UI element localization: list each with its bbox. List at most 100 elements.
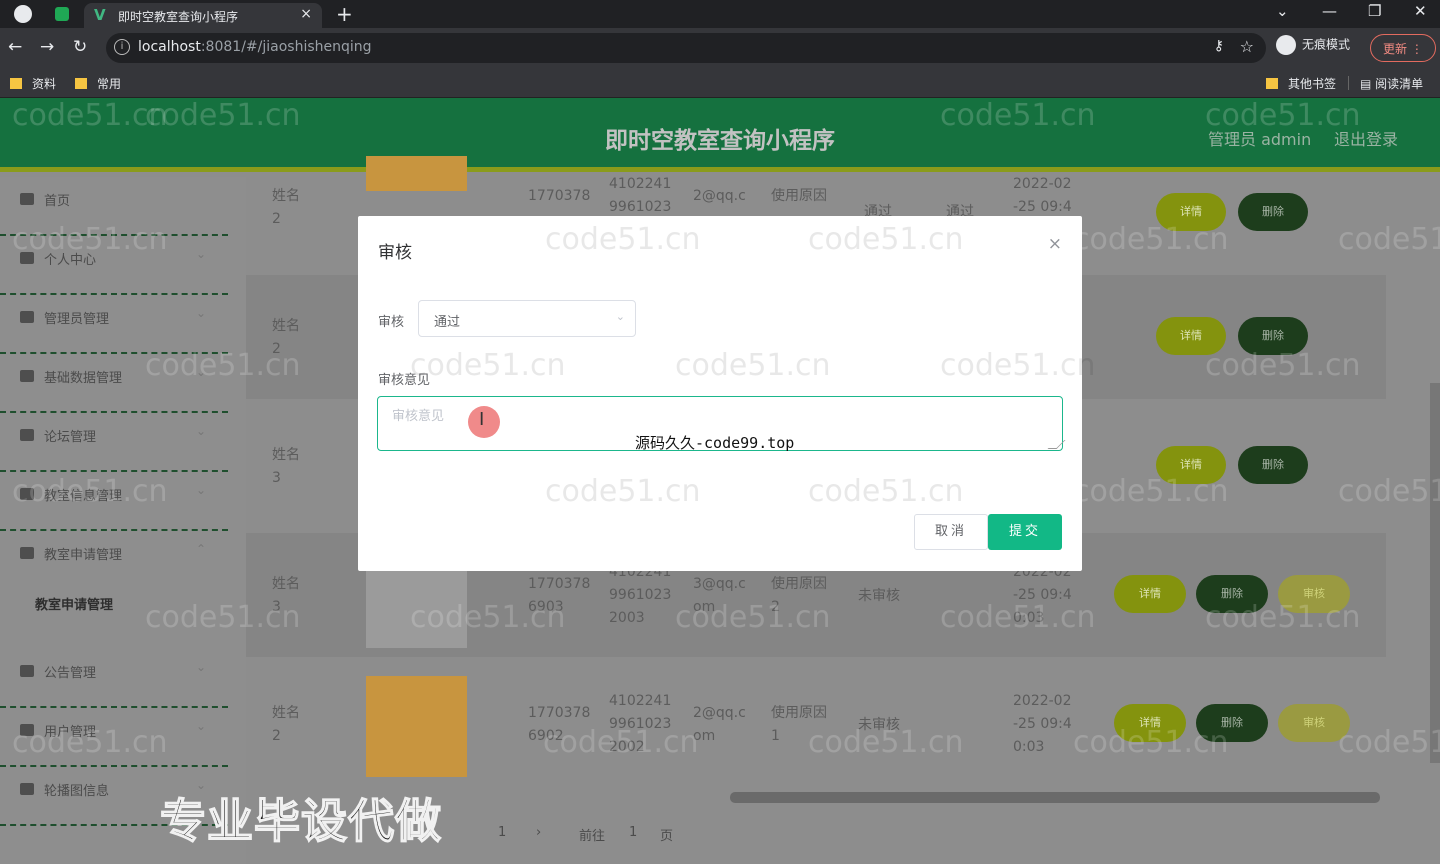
bookmark-folder[interactable]: 资料 [10,75,56,92]
new-tab-button[interactable]: + [336,2,353,26]
restore-icon[interactable]: ❐ [1368,2,1381,20]
sidebar-item-base-data[interactable]: 基础数据管理 ⌄ [0,354,228,413]
sidebar-item-label: 管理员管理 [44,312,110,327]
reading-list[interactable]: ▤ 阅读清单 [1360,75,1423,92]
user-icon [20,252,34,264]
users-icon [20,724,34,736]
reason-cell: 使用原因 2 [771,576,827,615]
forward-icon[interactable]: → [40,37,54,57]
pager-current[interactable]: 1 [498,825,506,840]
chevron-down-icon: ⌄ [196,483,207,497]
sidebar-item-applications[interactable]: 教室申请管理 ⌃ [0,531,228,590]
address-bar: ← → ↻ i localhost:8081/#/jiaoshishenqing… [0,28,1440,68]
incognito-icon [1276,35,1296,55]
detail-button[interactable]: 详情 [1156,193,1226,231]
sidebar-item-users[interactable]: 用户管理 ⌄ [0,708,228,767]
incognito-indicator[interactable]: 无痕模式 [1276,35,1350,61]
audit-button[interactable]: 审核 [1278,704,1350,742]
folder-icon [75,78,87,89]
vertical-scrollbar[interactable] [1430,383,1440,763]
delete-button[interactable]: 删除 [1196,704,1268,742]
window-close-icon[interactable]: ✕ [1414,2,1427,20]
reload-icon[interactable]: ↻ [73,37,87,57]
application-icon [20,547,34,559]
sidebar-subitem-applications[interactable]: 教室申请管理 [35,594,113,613]
detail-button[interactable]: 详情 [1114,704,1186,742]
sidebar: 首页 个人中心 ⌄ 管理员管理 ⌄ 基础数据管理 ⌄ 论坛管理 ⌄ 教室信息管理 ⌄ 教室… [0,177,246,864]
opinion-label: 审核意见 [378,373,431,388]
audit-select[interactable]: 通过 ⌄ [418,300,636,337]
submit-button[interactable]: 提交 [988,514,1062,550]
sidebar-item-notices[interactable]: 公告管理 ⌄ [0,649,228,708]
pinned-tab[interactable] [48,3,76,25]
chevron-down-icon: ⌄ [615,310,625,323]
chevron-down-icon: ⌄ [196,306,207,320]
goto-label: 前往 [579,829,606,844]
time-cell: 2022-02 -25 09:4 0:03 [1013,693,1072,755]
logout-button[interactable]: 退出登录 [1334,126,1398,150]
update-button[interactable]: 更新 ⋮ [1370,34,1436,62]
sidebar-item-classrooms[interactable]: 教室信息管理 ⌄ [0,472,228,531]
status-cell: 未审核 [858,717,900,733]
detail-button[interactable]: 详情 [1114,575,1186,613]
phone-cell: 1770378 [528,188,591,204]
sidebar-item-label: 教室申请管理 [44,548,123,563]
next-page-icon[interactable]: › [536,825,541,840]
chevron-down-icon: ⌄ [196,660,207,674]
sidebar-item-label: 公告管理 [44,666,97,681]
delete-button[interactable]: 删除 [1238,193,1308,231]
incognito-label: 无痕模式 [1302,37,1351,52]
data-icon [20,370,34,382]
bookmark-folder[interactable]: 常用 [75,75,121,92]
tab-close-icon[interactable]: × [300,6,312,22]
sidebar-item-label: 论坛管理 [44,430,97,445]
detail-button[interactable]: 详情 [1156,317,1226,355]
classroom-icon [20,488,34,500]
active-tab[interactable]: V 即时空教室查询小程序 × [84,3,322,28]
star-icon[interactable]: ☆ [1240,37,1254,56]
sidebar-item-label: 教室信息管理 [44,489,123,504]
close-icon[interactable]: × [1048,234,1062,254]
email-cell: 2@qq.c [693,188,746,204]
tab-search-icon[interactable]: ⌄ [1276,2,1289,20]
name-cell: 姓名 2 [272,188,300,227]
watermark: code51.cn [808,222,964,257]
delete-button[interactable]: 删除 [1196,575,1268,613]
name-cell: 姓名 2 [272,705,300,744]
audit-button[interactable]: 审核 [1278,575,1350,613]
update-label: 更新 [1383,42,1408,56]
key-icon[interactable]: ⚷ [1214,38,1224,54]
idcard-cell: 4102241 9961023 2003 [609,564,672,626]
horizontal-scrollbar[interactable] [730,792,1380,803]
back-icon[interactable]: ← [8,37,22,57]
chevron-down-icon: ⌄ [196,424,207,438]
detail-button[interactable]: 详情 [1156,446,1226,484]
promo-text: 专业毕设代做 [159,793,442,849]
chevron-down-icon: ⌄ [196,719,207,733]
name-cell: 姓名 2 [272,318,300,357]
url-text: localhost:8081/#/jiaoshishenqing [138,39,372,55]
avatar [366,676,467,777]
sidebar-item-admins[interactable]: 管理员管理 ⌄ [0,295,228,354]
audit-select-value: 通过 [434,315,461,330]
status-cell: 未审核 [858,588,900,604]
delete-button[interactable]: 删除 [1238,446,1308,484]
sidebar-item-home[interactable]: 首页 [0,177,228,236]
watermark: code51.cn [545,474,701,509]
info-icon[interactable]: i [114,39,130,55]
sidebar-item-forum[interactable]: 论坛管理 ⌄ [0,413,228,472]
other-bookmarks[interactable]: 其他书签 [1266,75,1336,92]
delete-button[interactable]: 删除 [1238,317,1308,355]
folder-icon [1266,78,1278,89]
cancel-button[interactable]: 取消 [914,514,988,550]
time-cell: 2022-02 -25 09:4 [1013,176,1072,215]
sidebar-item-profile[interactable]: 个人中心 ⌄ [0,236,228,295]
minimize-icon[interactable]: — [1322,2,1337,20]
table-row: 姓名 2 1770378 6902 4102241 9961023 2002 2… [246,662,1386,786]
url-input[interactable]: i localhost:8081/#/jiaoshishenqing ⚷ ☆ [106,33,1266,63]
other-bookmarks-label: 其他书签 [1288,77,1337,91]
admin-label: 管理员 admin [1208,130,1312,149]
watermark: code51.cn [940,348,1096,383]
reason-cell: 使用原因 1 [771,705,827,744]
goto-input[interactable]: 1 [629,825,637,840]
